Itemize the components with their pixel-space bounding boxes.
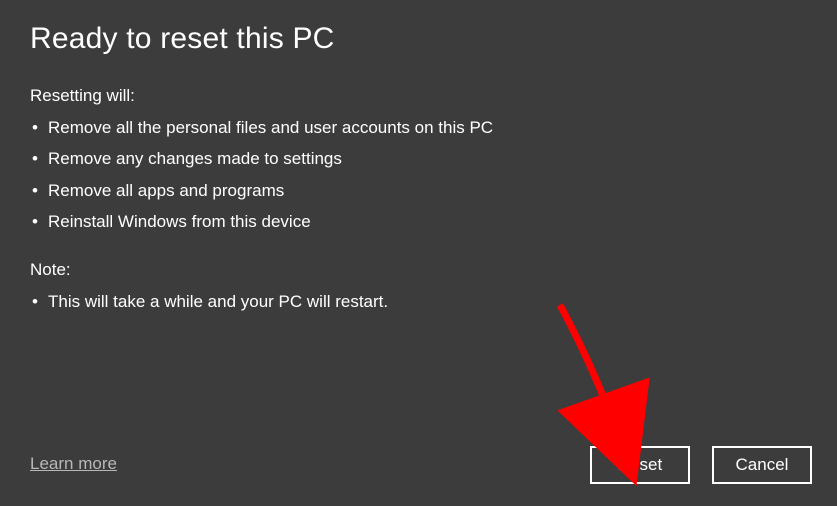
reset-button[interactable]: Reset: [590, 446, 690, 484]
resetting-heading: Resetting will:: [30, 86, 807, 106]
cancel-button[interactable]: Cancel: [712, 446, 812, 484]
list-item: This will take a while and your PC will …: [30, 286, 807, 317]
dialog-button-row: Reset Cancel: [590, 446, 812, 484]
list-item: Remove all apps and programs: [30, 175, 807, 206]
list-item: Remove all the personal files and user a…: [30, 112, 807, 143]
dialog-title: Ready to reset this PC: [30, 22, 807, 56]
list-item: Reinstall Windows from this device: [30, 206, 807, 237]
learn-more-link[interactable]: Learn more: [30, 454, 117, 474]
list-item: Remove any changes made to settings: [30, 143, 807, 174]
resetting-list: Remove all the personal files and user a…: [30, 112, 807, 238]
reset-pc-dialog: Ready to reset this PC Resetting will: R…: [0, 0, 837, 506]
note-list: This will take a while and your PC will …: [30, 286, 807, 317]
note-heading: Note:: [30, 260, 807, 280]
annotation-arrow-icon: [0, 0, 837, 506]
